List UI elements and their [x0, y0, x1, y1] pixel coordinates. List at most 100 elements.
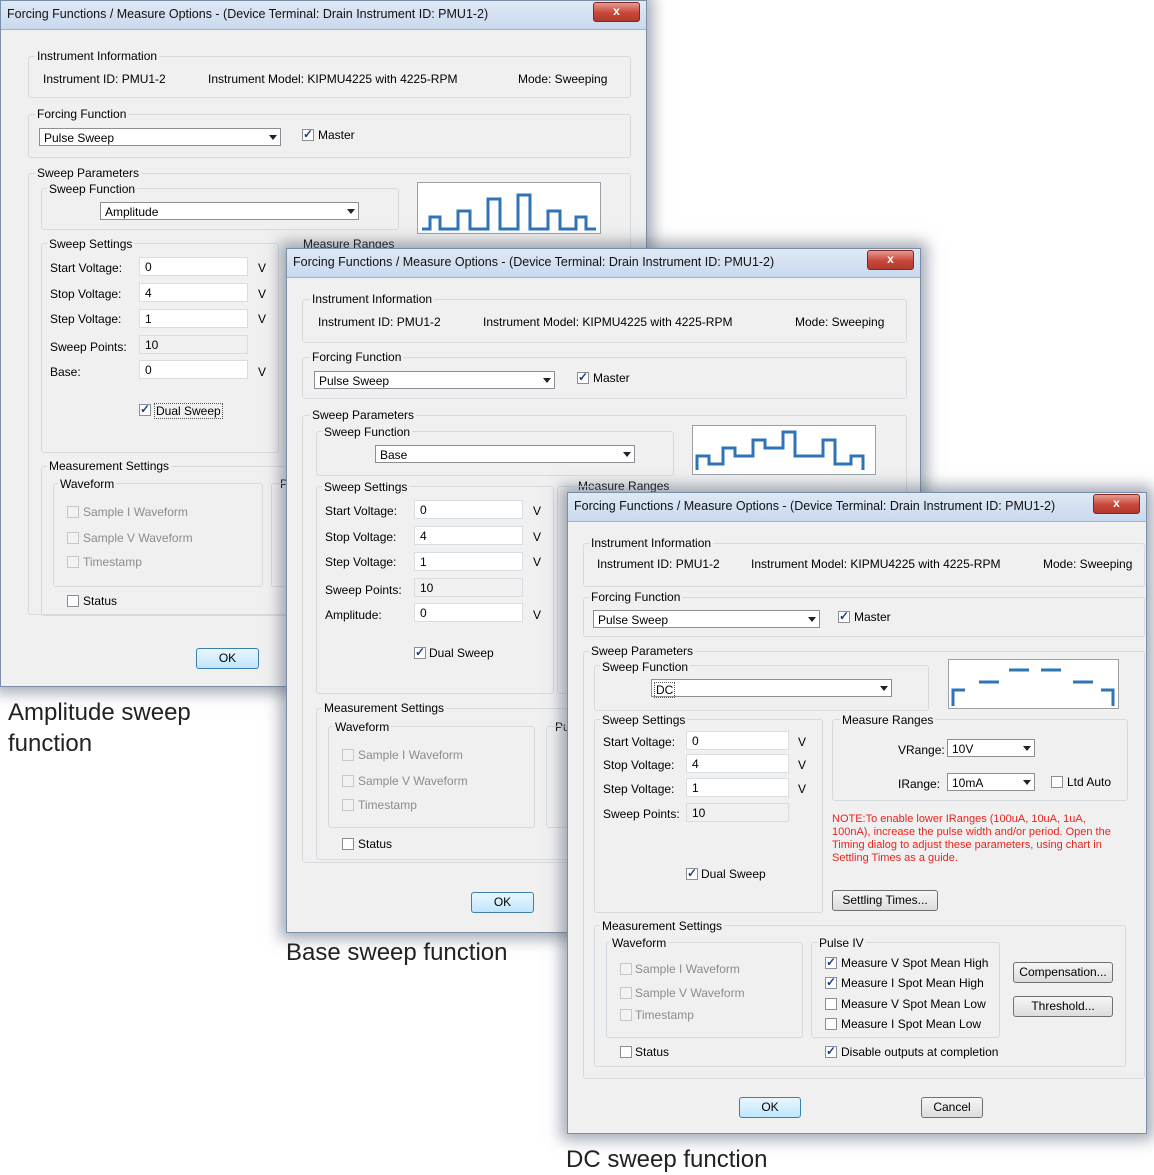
- dual-sweep-checkbox[interactable]: [139, 402, 151, 416]
- sample-i-checkbox[interactable]: [620, 963, 632, 975]
- instrument-model: Instrument Model: KIPMU4225 with 4225-RP…: [483, 315, 733, 329]
- step-voltage-input[interactable]: 1: [686, 778, 789, 797]
- instrument-model: Instrument Model: KIPMU4225 with 4225-RP…: [208, 72, 458, 86]
- ok-button[interactable]: OK: [471, 892, 534, 913]
- vrange-select[interactable]: 10V: [947, 739, 1035, 757]
- settling-times-button[interactable]: Settling Times...: [832, 890, 938, 911]
- status-checkbox[interactable]: [620, 1046, 632, 1058]
- unit-v: V: [258, 287, 267, 301]
- waveform-preview: [948, 659, 1119, 709]
- dialog-title: Forcing Functions / Measure Options - (D…: [7, 7, 489, 21]
- start-voltage-input[interactable]: 0: [686, 731, 789, 750]
- ok-button[interactable]: OK: [196, 648, 259, 669]
- instrument-id: Instrument ID: PMU1-2: [43, 72, 166, 86]
- forcing-function-title: Forcing Function: [35, 107, 129, 121]
- caption-line: function: [8, 730, 93, 757]
- forcing-function-title: Forcing Function: [310, 350, 404, 364]
- sample-v-label: Sample V Waveform: [83, 531, 193, 545]
- timestamp-label: Timestamp: [358, 798, 417, 812]
- forcing-function-select[interactable]: Pulse Sweep: [39, 128, 281, 146]
- start-voltage-input[interactable]: 0: [139, 257, 248, 276]
- instrument-id: Instrument ID: PMU1-2: [597, 557, 720, 571]
- sample-v-checkbox[interactable]: [620, 987, 632, 999]
- step-voltage-input[interactable]: 1: [414, 552, 523, 571]
- title-bar[interactable]: Forcing Functions / Measure Options - (D…: [287, 249, 920, 278]
- step-voltage-value: 1: [145, 312, 152, 326]
- base-input[interactable]: 0: [139, 360, 248, 379]
- dual-sweep-checkbox[interactable]: [414, 645, 426, 659]
- irange-note: NOTE:To enable lower IRanges (100uA, 10u…: [832, 813, 1111, 864]
- irange-label: IRange:: [898, 777, 941, 791]
- waveform-preview: [417, 182, 601, 234]
- measure-i-low-checkbox[interactable]: [825, 1018, 837, 1030]
- title-bar[interactable]: Forcing Functions / Measure Options - (D…: [1, 1, 646, 30]
- sweep-parameters-title: Sweep Parameters: [589, 644, 696, 658]
- step-voltage-input[interactable]: 1: [139, 309, 248, 328]
- waveform-title: Waveform: [333, 720, 392, 734]
- unit-v: V: [258, 312, 267, 326]
- dual-sweep-label: Dual Sweep: [429, 646, 494, 660]
- dual-sweep-checkbox[interactable]: [686, 866, 698, 880]
- instrument-information-title: Instrument Information: [35, 49, 160, 63]
- irange-select[interactable]: 10mA: [947, 773, 1035, 791]
- sweep-points-field: 10: [686, 803, 789, 822]
- caption-dc: DC sweep function: [566, 1144, 767, 1175]
- close-button[interactable]: x: [593, 2, 640, 22]
- unit-v: V: [533, 608, 542, 622]
- close-button[interactable]: x: [867, 250, 914, 270]
- status-checkbox[interactable]: [342, 838, 354, 850]
- sample-v-checkbox[interactable]: [67, 532, 79, 544]
- amplitude-input[interactable]: 0: [414, 603, 523, 622]
- forcing-function-select[interactable]: Pulse Sweep: [314, 371, 555, 389]
- master-checkbox[interactable]: [838, 609, 850, 623]
- ltd-auto-label: Ltd Auto: [1067, 775, 1112, 789]
- dialog-title: Forcing Functions / Measure Options - (D…: [574, 499, 1056, 513]
- ok-button[interactable]: OK: [739, 1097, 801, 1118]
- measure-v-high-checkbox[interactable]: [825, 955, 837, 969]
- title-bar[interactable]: Forcing Functions / Measure Options - (D…: [568, 493, 1146, 522]
- sample-i-checkbox[interactable]: [342, 749, 354, 761]
- waveform-preview: [692, 425, 876, 475]
- threshold-button[interactable]: Threshold...: [1013, 996, 1113, 1017]
- start-voltage-input[interactable]: 0: [414, 500, 523, 519]
- unit-v: V: [533, 504, 542, 518]
- compensation-button[interactable]: Compensation...: [1013, 962, 1113, 983]
- unit-v: V: [258, 365, 267, 379]
- unit-v: V: [258, 261, 267, 275]
- base-value: 0: [145, 363, 152, 377]
- sample-v-checkbox[interactable]: [342, 775, 354, 787]
- stop-voltage-input[interactable]: 4: [686, 754, 789, 773]
- master-checkbox[interactable]: [302, 127, 314, 141]
- step-voltage-label: Step Voltage:: [50, 312, 122, 326]
- stop-voltage-input[interactable]: 4: [414, 526, 523, 545]
- stop-voltage-input[interactable]: 4: [139, 283, 248, 302]
- sample-i-checkbox[interactable]: [67, 506, 79, 518]
- master-checkbox[interactable]: [577, 370, 589, 384]
- sweep-function-value: Amplitude: [105, 205, 159, 219]
- sample-i-label: Sample I Waveform: [83, 505, 188, 519]
- sweep-function-select[interactable]: DC: [651, 679, 892, 698]
- sweep-function-select[interactable]: Base: [375, 445, 635, 463]
- sweep-function-select[interactable]: Amplitude: [100, 202, 359, 220]
- status-checkbox[interactable]: [67, 595, 79, 607]
- forcing-function-select[interactable]: Pulse Sweep: [593, 610, 820, 628]
- cancel-button[interactable]: Cancel: [921, 1097, 983, 1118]
- instrument-information-title: Instrument Information: [310, 292, 435, 306]
- unit-v: V: [798, 758, 807, 772]
- measure-v-low-checkbox[interactable]: [825, 998, 837, 1010]
- chevron-down-icon: [269, 135, 277, 140]
- disable-outputs-checkbox[interactable]: [825, 1044, 837, 1058]
- measure-i-high-checkbox[interactable]: [825, 975, 837, 989]
- sweep-settings-title: Sweep Settings: [47, 237, 135, 251]
- timestamp-checkbox[interactable]: [620, 1009, 632, 1021]
- start-voltage-label: Start Voltage:: [325, 504, 398, 518]
- timestamp-label: Timestamp: [635, 1008, 694, 1022]
- timestamp-checkbox[interactable]: [342, 799, 354, 811]
- sweep-function-value: DC: [654, 682, 676, 698]
- ltd-auto-checkbox[interactable]: [1051, 776, 1063, 788]
- timestamp-checkbox[interactable]: [67, 556, 79, 568]
- start-voltage-label: Start Voltage:: [50, 261, 123, 275]
- sweep-settings-title: Sweep Settings: [600, 713, 688, 727]
- sample-i-label: Sample I Waveform: [358, 748, 463, 762]
- close-button[interactable]: x: [1093, 494, 1140, 514]
